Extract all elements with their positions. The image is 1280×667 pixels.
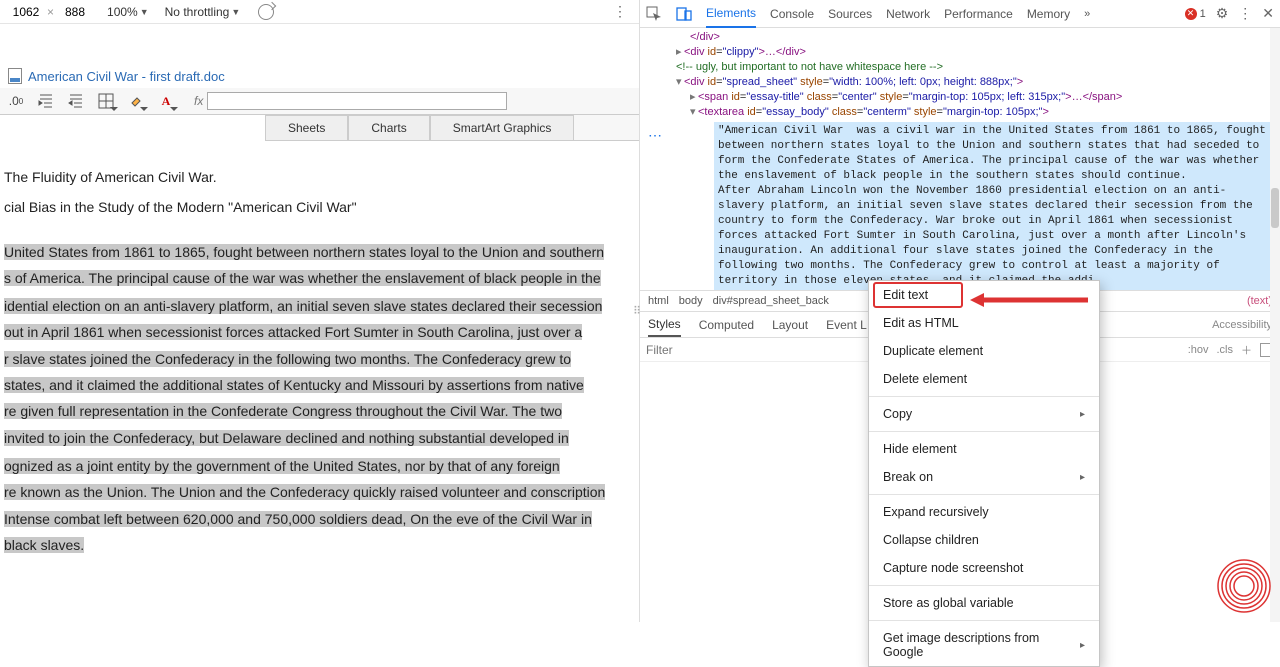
fx-label: fx <box>194 94 203 108</box>
throttle-value: No throttling <box>165 5 230 19</box>
selected-text: Intense combat left between 620,000 and … <box>4 511 592 527</box>
decimal-decrease-icon[interactable]: .00 <box>6 92 26 110</box>
selected-text: re given full representation in the Conf… <box>4 403 562 419</box>
close-icon[interactable]: ✕ <box>1262 5 1274 22</box>
fill-color-icon[interactable] <box>126 92 146 110</box>
selected-text: out in April 1861 when secessionist forc… <box>4 324 582 340</box>
ctx-store[interactable]: Store as global variable <box>869 589 1099 617</box>
chevron-right-icon: ▸ <box>1080 472 1085 483</box>
ctx-delete[interactable]: Delete element <box>869 365 1099 393</box>
tab-elements[interactable]: Elements <box>706 0 756 28</box>
tab-smartart[interactable]: SmartArt Graphics <box>430 115 575 140</box>
width-input[interactable] <box>8 5 44 19</box>
selected-text: United States from 1861 to 1865, fought … <box>4 244 604 260</box>
crumb-body[interactable]: body <box>677 295 705 307</box>
document-icon <box>8 68 22 84</box>
inspect-icon[interactable] <box>646 6 662 22</box>
tab-event[interactable]: Event L <box>826 314 867 336</box>
chevron-right-icon: ▸ <box>1080 640 1085 651</box>
tab-accessibility[interactable]: Accessibility <box>1212 319 1272 331</box>
selected-text: states, and it claimed the additional st… <box>4 377 584 393</box>
dom-node[interactable]: </div> <box>690 31 720 43</box>
throttle-dropdown[interactable]: No throttling ▼ <box>159 5 247 19</box>
cls-toggle[interactable]: .cls <box>1217 344 1234 356</box>
scrollbar[interactable] <box>1270 28 1280 622</box>
selected-text: invited to join the Confederacy, but Del… <box>4 430 569 446</box>
pane-resize-handle[interactable]: ⠿ <box>633 305 639 318</box>
ctx-expand[interactable]: Expand recursively <box>869 498 1099 526</box>
ctx-capture[interactable]: Capture node screenshot <box>869 554 1099 582</box>
formula-input[interactable] <box>207 92 507 110</box>
doc-heading-2: cial Bias in the Study of the Modern "Am… <box>4 197 635 217</box>
chevron-down-icon: ▼ <box>140 7 149 17</box>
ctx-duplicate[interactable]: Duplicate element <box>869 337 1099 365</box>
document-body[interactable]: The Fluidity of American Civil War. cial… <box>0 141 639 565</box>
tab-console[interactable]: Console <box>770 1 814 27</box>
zoom-value: 100% <box>107 5 138 19</box>
height-input[interactable] <box>57 5 93 19</box>
dom-comment[interactable]: <!-- ugly, but important to not have whi… <box>676 61 943 73</box>
brand-logo-icon <box>1216 558 1272 614</box>
device-toggle-icon[interactable] <box>676 6 692 22</box>
styles-filter-input[interactable] <box>646 343 846 357</box>
rotate-icon[interactable] <box>258 4 274 20</box>
ctx-collapse[interactable]: Collapse children <box>869 526 1099 554</box>
context-menu: Edit text Edit as HTML Duplicate element… <box>868 280 1100 667</box>
more-tabs-icon[interactable]: » <box>1084 8 1090 20</box>
selected-text: s of America. The principal cause of the… <box>4 270 601 286</box>
zoom-dropdown[interactable]: 100% ▼ <box>101 5 155 19</box>
tab-performance[interactable]: Performance <box>944 1 1013 27</box>
crumb-html[interactable]: html <box>646 295 671 307</box>
new-style-icon[interactable]: ＋ <box>1241 342 1252 358</box>
ctx-copy[interactable]: Copy▸ <box>869 400 1099 428</box>
tab-memory[interactable]: Memory <box>1027 1 1070 27</box>
tab-sources[interactable]: Sources <box>828 1 872 27</box>
tab-sheets[interactable]: Sheets <box>265 115 348 140</box>
textarea-content[interactable]: "American Civil War was a civil war in t… <box>714 122 1274 290</box>
hov-toggle[interactable]: :hov <box>1188 344 1209 356</box>
devtools-tabs: Elements Console Sources Network Perform… <box>640 0 1280 28</box>
kebab-icon[interactable]: ⋮ <box>605 3 635 20</box>
doc-heading-1: The Fluidity of American Civil War. <box>4 167 635 187</box>
line-marker-icon: ⋯ <box>648 128 663 143</box>
outdent-icon[interactable] <box>36 92 56 110</box>
selected-text: idential election on an anti-slavery pla… <box>4 298 602 314</box>
kebab-icon[interactable]: ⋮ <box>1238 5 1252 22</box>
chevron-down-icon: ▼ <box>231 7 240 17</box>
format-toolbar: .00 A fx <box>0 88 639 115</box>
indent-icon[interactable] <box>66 92 86 110</box>
tab-layout[interactable]: Layout <box>772 314 808 336</box>
elements-tree[interactable]: ⋯ </div> ▸<div id="clippy">…</div> <!-- … <box>640 28 1280 290</box>
device-toolbar: × 100% ▼ No throttling ▼ ⋮ <box>0 0 639 24</box>
font-color-icon[interactable]: A <box>156 92 176 110</box>
selected-text: black slaves. <box>4 537 84 553</box>
ctx-hide[interactable]: Hide element <box>869 435 1099 463</box>
ctx-imgdesc[interactable]: Get image descriptions from Google▸ <box>869 624 1099 666</box>
error-badge[interactable]: ✕1 <box>1185 8 1206 20</box>
chevron-right-icon: ▸ <box>1080 409 1085 420</box>
ctx-break-on[interactable]: Break on▸ <box>869 463 1099 491</box>
tab-styles[interactable]: Styles <box>648 313 681 337</box>
gear-icon[interactable]: ⚙ <box>1216 5 1229 22</box>
document-filename: American Civil War - first draft.doc <box>28 69 225 84</box>
selected-text: ognized as a joint entity by the governm… <box>4 458 560 474</box>
viewport-pane: × 100% ▼ No throttling ▼ ⋮ American Civi… <box>0 0 640 622</box>
tab-network[interactable]: Network <box>886 1 930 27</box>
selected-text: re known as the Union. The Union and the… <box>4 484 605 500</box>
tab-computed[interactable]: Computed <box>699 314 754 336</box>
tab-charts[interactable]: Charts <box>348 115 429 140</box>
borders-icon[interactable] <box>96 92 116 110</box>
dim-separator: × <box>47 5 54 19</box>
crumb-div[interactable]: div#spread_sheet_back <box>711 295 831 307</box>
insert-tabs: Sheets Charts SmartArt Graphics <box>265 115 639 141</box>
selected-text: r slave states joined the Confederacy in… <box>4 351 571 367</box>
annotation-arrow-icon <box>970 290 1090 315</box>
document-viewport: American Civil War - first draft.doc .00… <box>0 24 639 622</box>
scrollbar-thumb[interactable] <box>1271 188 1279 228</box>
